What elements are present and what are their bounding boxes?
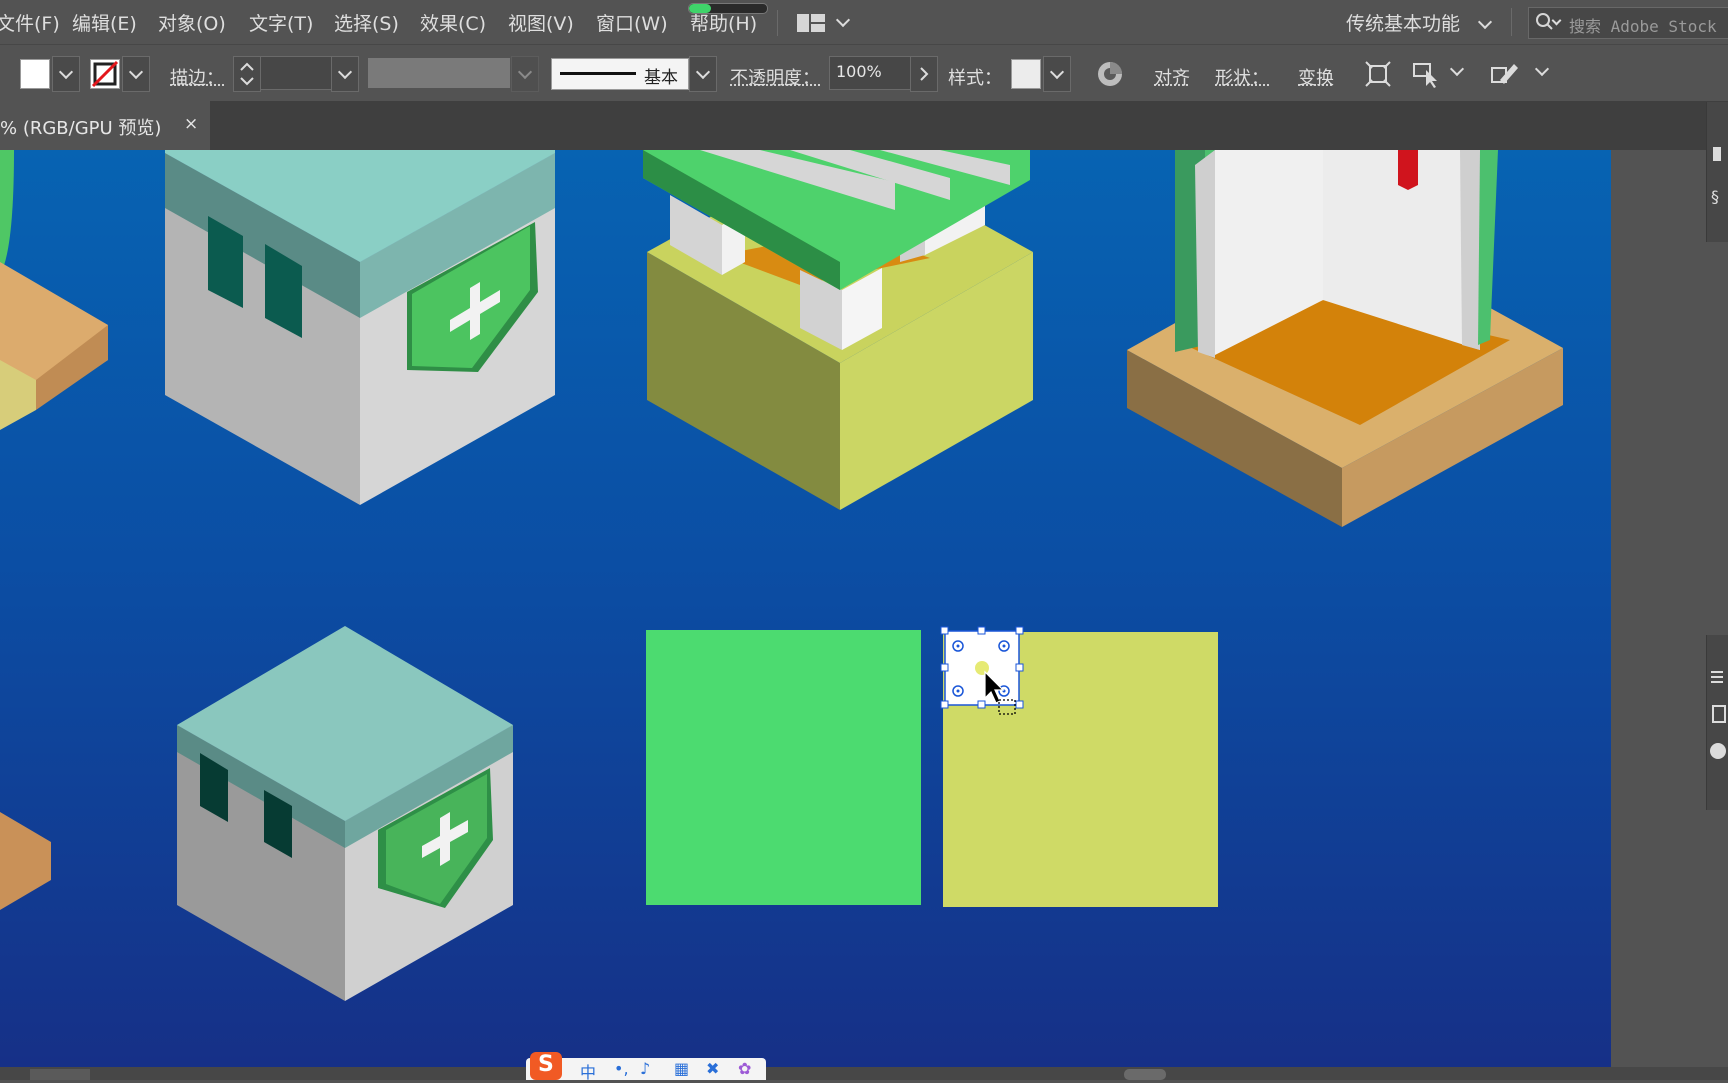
search-icon bbox=[1535, 12, 1555, 36]
fill-color-swatch[interactable] bbox=[20, 59, 50, 89]
document-tab-label: % (RGB/GPU 预览) bbox=[0, 118, 162, 139]
workspace-layout-icon[interactable] bbox=[797, 14, 825, 36]
search-stock[interactable]: 搜索 Adobe Stock bbox=[1528, 7, 1728, 39]
partial-shield-object bbox=[0, 150, 108, 430]
panel-collapsed-strip[interactable]: § bbox=[1706, 102, 1728, 242]
brush-definition[interactable]: 基本 bbox=[551, 58, 689, 90]
variable-width-profile[interactable] bbox=[368, 58, 510, 88]
chevron-down-icon[interactable] bbox=[835, 12, 851, 28]
graphic-style-swatch[interactable] bbox=[1011, 59, 1041, 89]
stroke-label[interactable]: 描边： bbox=[170, 64, 224, 90]
isometric-hospital-box-small bbox=[177, 626, 513, 1001]
recolor-artwork-icon[interactable] bbox=[1097, 61, 1123, 91]
workspace-switcher[interactable]: 传统基本功能 bbox=[1346, 9, 1460, 36]
ime-language-toggle[interactable]: 中 bbox=[580, 1059, 596, 1083]
menu-divider bbox=[1511, 8, 1512, 36]
close-icon[interactable]: × bbox=[184, 114, 198, 134]
skin-icon[interactable]: ✖ bbox=[706, 1059, 719, 1078]
status-bar bbox=[0, 1067, 1728, 1080]
menu-edit[interactable]: 编辑(E) bbox=[72, 9, 137, 36]
stroke-none-swatch[interactable] bbox=[90, 59, 120, 89]
menu-bar: 文件(F) 编辑(E) 对象(O) 文字(T) 选择(S) 效果(C) 视图(V… bbox=[0, 0, 1728, 44]
zoom-field[interactable] bbox=[30, 1069, 90, 1080]
sogou-logo-icon[interactable]: S bbox=[530, 1052, 562, 1080]
artboard-canvas[interactable] bbox=[0, 150, 1611, 1067]
transform-link[interactable]: 变换 bbox=[1298, 64, 1334, 90]
no-stroke-icon bbox=[91, 60, 119, 88]
stroke-dropdown[interactable] bbox=[122, 56, 150, 92]
document-tab-bar: % (RGB/GPU 预览) × bbox=[0, 101, 1728, 150]
opacity-field[interactable]: 100% bbox=[829, 56, 911, 90]
punctuation-icon[interactable]: •, bbox=[614, 1059, 629, 1078]
progress-indicator bbox=[688, 3, 768, 14]
brush-dropdown[interactable] bbox=[689, 56, 717, 92]
brush-label: 基本 bbox=[644, 68, 678, 88]
layers-icon[interactable] bbox=[1711, 671, 1723, 673]
green-square[interactable] bbox=[646, 630, 921, 905]
stroke-weight-field[interactable] bbox=[260, 56, 332, 90]
microphone-icon[interactable]: ♪ bbox=[640, 1059, 650, 1078]
menu-effect[interactable]: 效果(C) bbox=[420, 9, 486, 36]
horizontal-scrollbar[interactable] bbox=[1124, 1069, 1166, 1080]
style-dropdown[interactable] bbox=[1043, 56, 1071, 92]
profile-dropdown[interactable] bbox=[511, 56, 539, 92]
chevron-down-icon[interactable] bbox=[1477, 14, 1493, 30]
panel-icon[interactable] bbox=[1713, 147, 1721, 161]
align-link[interactable]: 对齐 bbox=[1154, 64, 1190, 90]
menu-select[interactable]: 选择(S) bbox=[334, 9, 399, 36]
stroke-weight-stepper[interactable] bbox=[233, 56, 261, 92]
isometric-awning-box bbox=[643, 150, 1033, 510]
isolate-group-icon[interactable] bbox=[1364, 60, 1392, 92]
search-input[interactable]: 搜索 Adobe Stock bbox=[1569, 13, 1717, 37]
opacity-expand-button[interactable] bbox=[910, 56, 938, 92]
menu-file[interactable]: 文件(F) bbox=[0, 9, 60, 36]
ime-toolbar[interactable]: S 中 •, ♪ ▦ ✖ ✿ bbox=[526, 1052, 766, 1083]
fill-dropdown[interactable] bbox=[52, 56, 80, 92]
artboards-icon[interactable] bbox=[1712, 705, 1726, 723]
appearance-icon[interactable] bbox=[1710, 743, 1726, 759]
chevron-down-icon[interactable] bbox=[1534, 61, 1550, 77]
menu-object[interactable]: 对象(O) bbox=[158, 9, 226, 36]
chevron-down-icon[interactable] bbox=[1449, 61, 1465, 77]
isometric-door-platform bbox=[1127, 150, 1563, 527]
control-bar: 描边： 基本 不透明度： 100% 样式： 对齐 形状： 变换 bbox=[0, 44, 1728, 101]
style-label: 样式： bbox=[948, 68, 1002, 89]
symbols-icon[interactable]: § bbox=[1711, 187, 1719, 206]
select-similar-icon[interactable] bbox=[1412, 60, 1442, 92]
right-panel-dock: § bbox=[1611, 102, 1728, 1067]
isometric-hospital-box bbox=[165, 150, 555, 505]
menu-divider bbox=[777, 10, 778, 36]
shape-link[interactable]: 形状： bbox=[1215, 64, 1269, 90]
panel-collapsed-strip-lower[interactable] bbox=[1706, 635, 1728, 810]
menu-view[interactable]: 视图(V) bbox=[508, 9, 574, 36]
toolbox-icon[interactable]: ✿ bbox=[738, 1059, 751, 1078]
menu-type[interactable]: 文字(T) bbox=[249, 9, 313, 36]
menu-window[interactable]: 窗口(W) bbox=[596, 9, 668, 36]
opacity-label[interactable]: 不透明度： bbox=[730, 64, 820, 90]
partial-base-object bbox=[0, 812, 51, 910]
selected-white-square[interactable] bbox=[940, 626, 1024, 709]
edit-toolbar-icon[interactable] bbox=[1490, 60, 1520, 92]
opacity-value: 100% bbox=[836, 62, 882, 81]
stroke-weight-dropdown[interactable] bbox=[331, 56, 359, 92]
document-tab[interactable]: % (RGB/GPU 预览) × bbox=[0, 101, 210, 150]
keyboard-icon[interactable]: ▦ bbox=[674, 1059, 689, 1078]
